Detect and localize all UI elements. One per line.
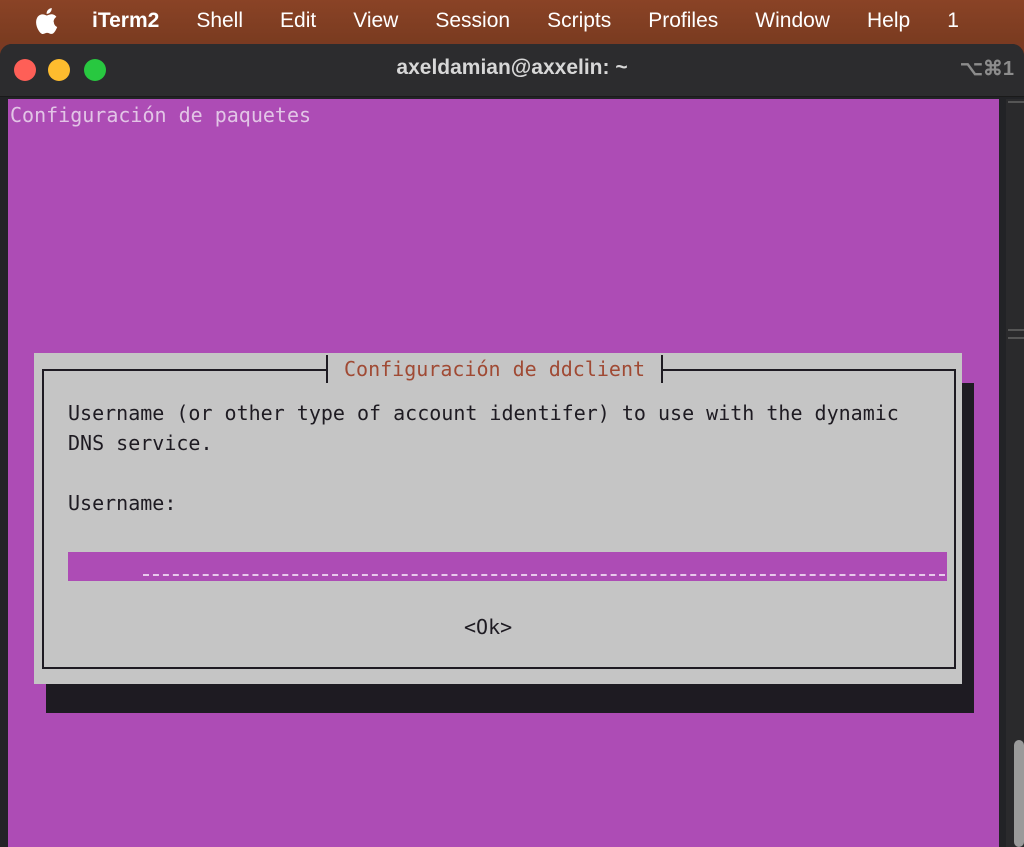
scrollbar-thumb[interactable]: [1014, 740, 1024, 847]
menu-item-scripts[interactable]: Scripts: [547, 9, 611, 33]
package-config-title: Configuración de paquetes: [10, 103, 312, 127]
menu-item-profiles[interactable]: Profiles: [648, 9, 718, 33]
username-label: Username:: [68, 491, 177, 515]
menu-item-session[interactable]: Session: [435, 9, 510, 33]
menu-item-shell[interactable]: Shell: [196, 9, 243, 33]
username-input[interactable]: axela: [68, 552, 947, 581]
menu-bar: iTerm2 Shell Edit View Session Scripts P…: [0, 0, 1024, 42]
menu-bar-overflow: 1: [947, 9, 959, 32]
terminal-area[interactable]: Configuración de paquetes Username (or o…: [8, 99, 999, 847]
dialog-description-line-2: DNS service.: [68, 431, 213, 455]
title-bar[interactable]: axeldamian@axxelin: ~ ⌥⌘1: [0, 44, 1024, 97]
dialog-description-line-1: Username (or other type of account ident…: [68, 401, 899, 425]
menu-item-iterm2[interactable]: iTerm2: [92, 9, 159, 33]
menu-item-view[interactable]: View: [353, 9, 398, 33]
menu-item-help[interactable]: Help: [867, 9, 910, 33]
dialog-frame: Username (or other type of account ident…: [42, 369, 956, 669]
scrollbar-mark: [1008, 329, 1024, 331]
ok-button[interactable]: <Ok>: [464, 615, 512, 639]
menu-item-window[interactable]: Window: [755, 9, 830, 33]
tab-shortcut-label: ⌥⌘1: [959, 58, 1014, 80]
scrollbar-mark: [1008, 101, 1024, 103]
apple-logo-icon[interactable]: [34, 7, 62, 35]
ddclient-dialog: Username (or other type of account ident…: [34, 353, 962, 684]
window-title: axeldamian@axxelin: ~: [396, 56, 628, 79]
scrollbar-track[interactable]: [1006, 99, 1024, 847]
scrollbar-mark: [1008, 337, 1024, 339]
input-underline: [143, 574, 945, 576]
iterm-window: axeldamian@axxelin: ~ ⌥⌘1 Configuración …: [0, 44, 1024, 847]
menu-item-edit[interactable]: Edit: [280, 9, 316, 33]
dialog-title: Configuración de ddclient: [326, 355, 664, 383]
